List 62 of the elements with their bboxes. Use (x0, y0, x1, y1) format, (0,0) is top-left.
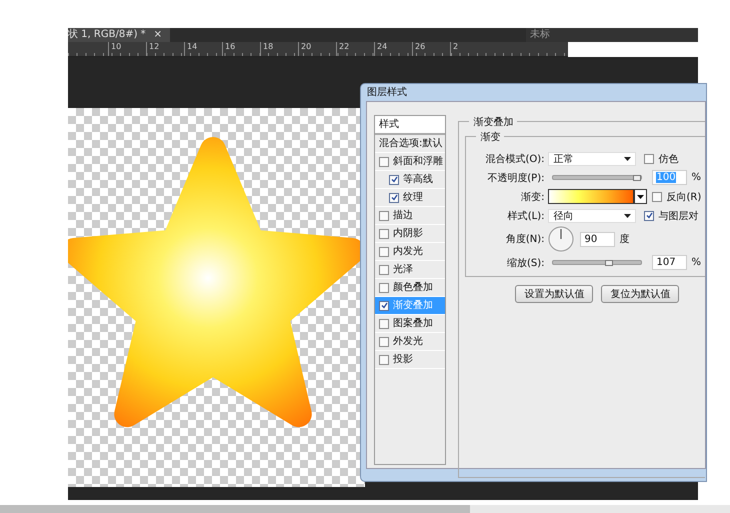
caret-icon (637, 194, 644, 198)
scale-slider[interactable] (552, 260, 642, 265)
document-tab[interactable]: 状 1, RGB/8#) * × (68, 28, 170, 42)
checkbox[interactable] (379, 354, 389, 364)
caret-icon (624, 214, 632, 218)
styles-header[interactable]: 样式 (375, 116, 446, 135)
field-label: 渐变: (520, 190, 544, 204)
field-label: 缩放(S): (506, 256, 544, 270)
checkbox[interactable] (379, 282, 389, 292)
effect-item[interactable]: 投影 (375, 351, 446, 369)
effect-item[interactable]: 描边 (375, 207, 446, 225)
checkbox[interactable] (379, 300, 389, 310)
slider-thumb[interactable] (633, 175, 642, 181)
checkbox-label: 仿色 (658, 152, 678, 166)
checkbox[interactable] (389, 174, 399, 184)
dialog-title: 图层样式 (366, 86, 408, 100)
gradient-dropdown-button[interactable] (634, 189, 648, 204)
field-label: 角度(N): (504, 232, 544, 246)
effect-item[interactable]: 等高线 (375, 171, 446, 189)
checkbox[interactable] (389, 192, 399, 202)
opacity-slider[interactable] (552, 175, 642, 180)
effect-item[interactable]: 外发光 (375, 333, 446, 351)
checkbox[interactable] (379, 156, 389, 166)
effect-item[interactable]: 纹理 (375, 189, 446, 207)
field-label: 不透明度(P): (486, 172, 544, 184)
field-label: 混合模式(O): (484, 152, 544, 166)
gradient-picker[interactable] (548, 189, 634, 204)
effect-item[interactable]: 内阴影 (375, 225, 446, 243)
unit-label: 度 (619, 232, 630, 246)
document-tab[interactable]: 未标 (526, 28, 698, 42)
effect-item[interactable]: 内发光 (375, 243, 446, 261)
angle-dial[interactable] (548, 226, 574, 252)
ruler: 10 12 14 16 18 20 22 24 26 2 (68, 42, 568, 57)
caret-icon (624, 156, 632, 160)
checkbox[interactable] (379, 318, 389, 328)
checkbox[interactable] (379, 336, 389, 346)
checkbox[interactable] (379, 264, 389, 274)
blend-options-item[interactable]: 混合选项:默认 (375, 135, 446, 153)
field-label: 样式(L): (506, 210, 544, 222)
checkbox[interactable] (652, 192, 662, 202)
checkbox[interactable] (644, 210, 654, 220)
checkbox-label: 反向(R) (666, 190, 702, 204)
blend-mode-dropdown[interactable]: 正常 (548, 152, 636, 166)
scrollbar-thumb[interactable] (0, 505, 470, 513)
unit-label: % (691, 257, 701, 268)
angle-field[interactable]: 90 (580, 232, 616, 246)
dialog-button[interactable]: 设置为默认值 (515, 285, 594, 303)
section-title: 渐变叠加 (469, 115, 518, 129)
dialog-button[interactable]: 复位为默认值 (601, 285, 680, 303)
effect-item[interactable]: 光泽 (375, 261, 446, 279)
checkbox[interactable] (379, 228, 389, 238)
style-dropdown[interactable]: 径向 (548, 208, 636, 222)
checkbox[interactable] (379, 246, 389, 256)
checkbox-label: 与图层对 (658, 210, 698, 222)
checkbox[interactable] (379, 210, 389, 220)
effect-item[interactable]: 斜面和浮雕 (375, 153, 446, 171)
checkbox[interactable] (644, 154, 654, 164)
slider-thumb[interactable] (605, 260, 614, 266)
group-title: 渐变 (476, 130, 504, 144)
scale-field[interactable]: 107 (652, 255, 688, 270)
effect-item[interactable]: 图案叠加 (375, 315, 446, 333)
unit-label: % (691, 172, 701, 183)
